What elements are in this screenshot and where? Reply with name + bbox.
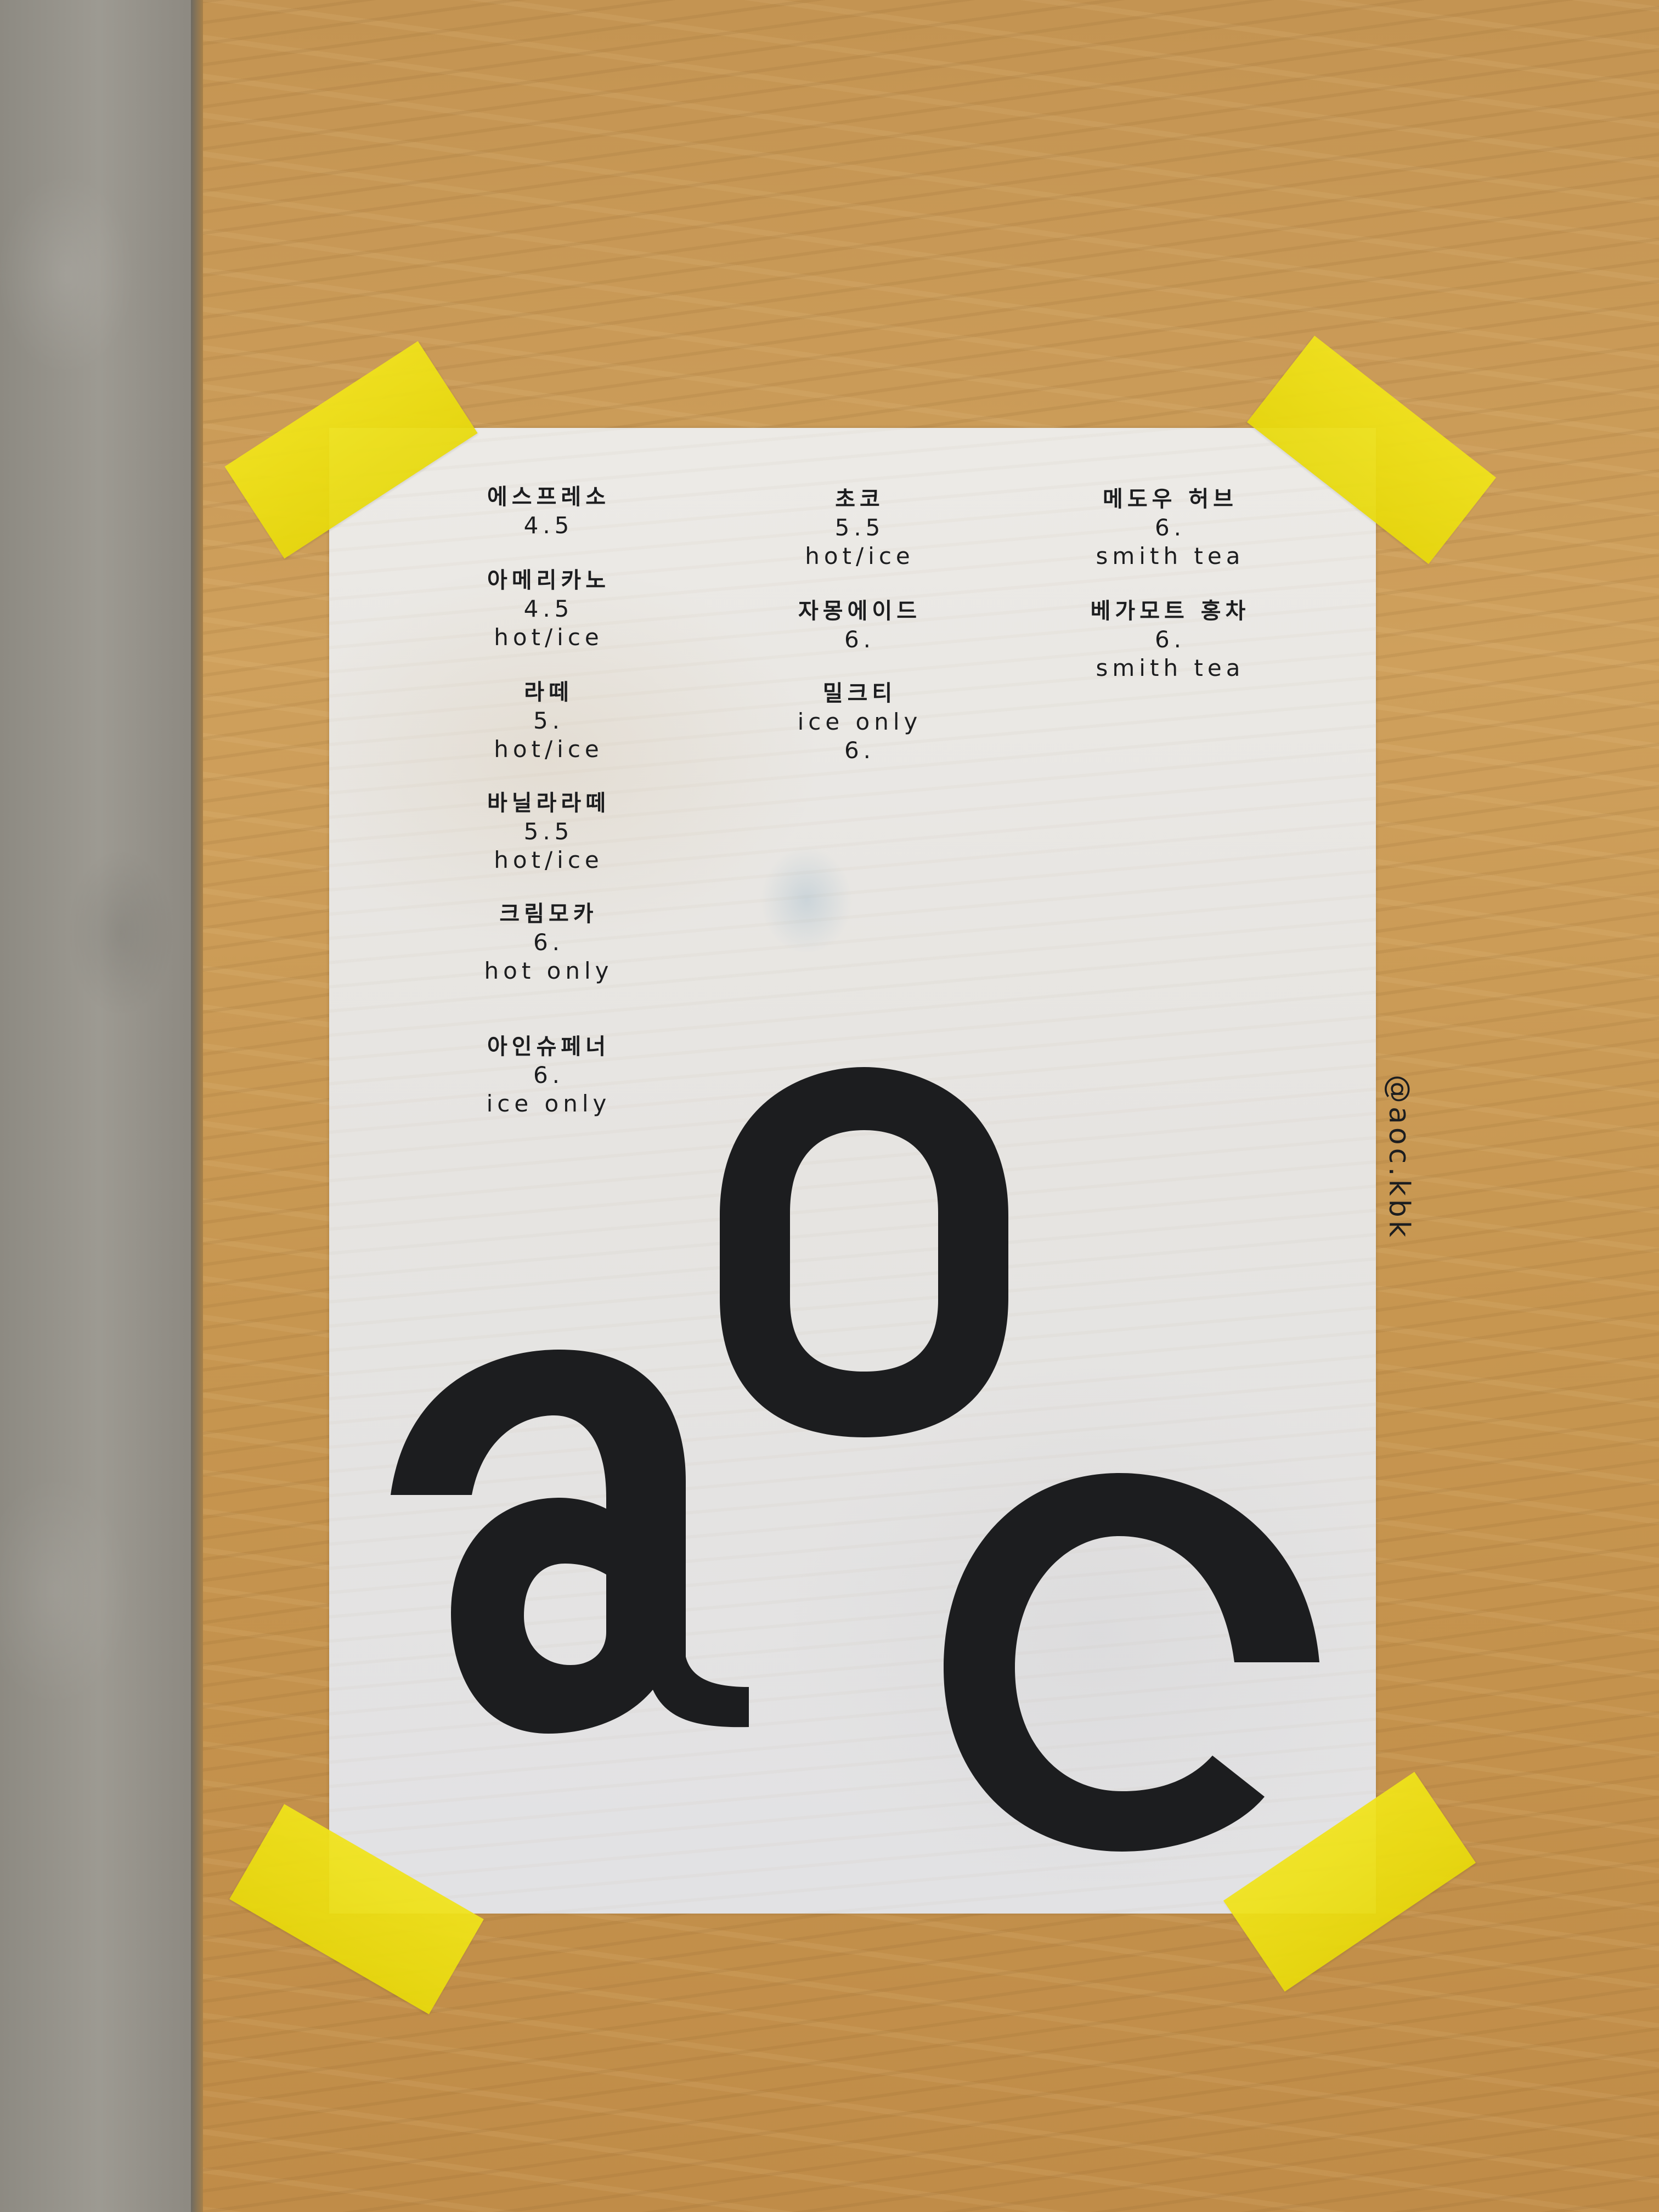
logo-letter-o — [720, 1067, 1008, 1437]
photo-scene: 에스프레소 4.5 아메리카노 4.5 hot/ice 라떼 5. hot/ic… — [0, 0, 1659, 2212]
logo-letter-a — [391, 1350, 749, 1734]
logo-letter-c — [944, 1473, 1319, 1852]
